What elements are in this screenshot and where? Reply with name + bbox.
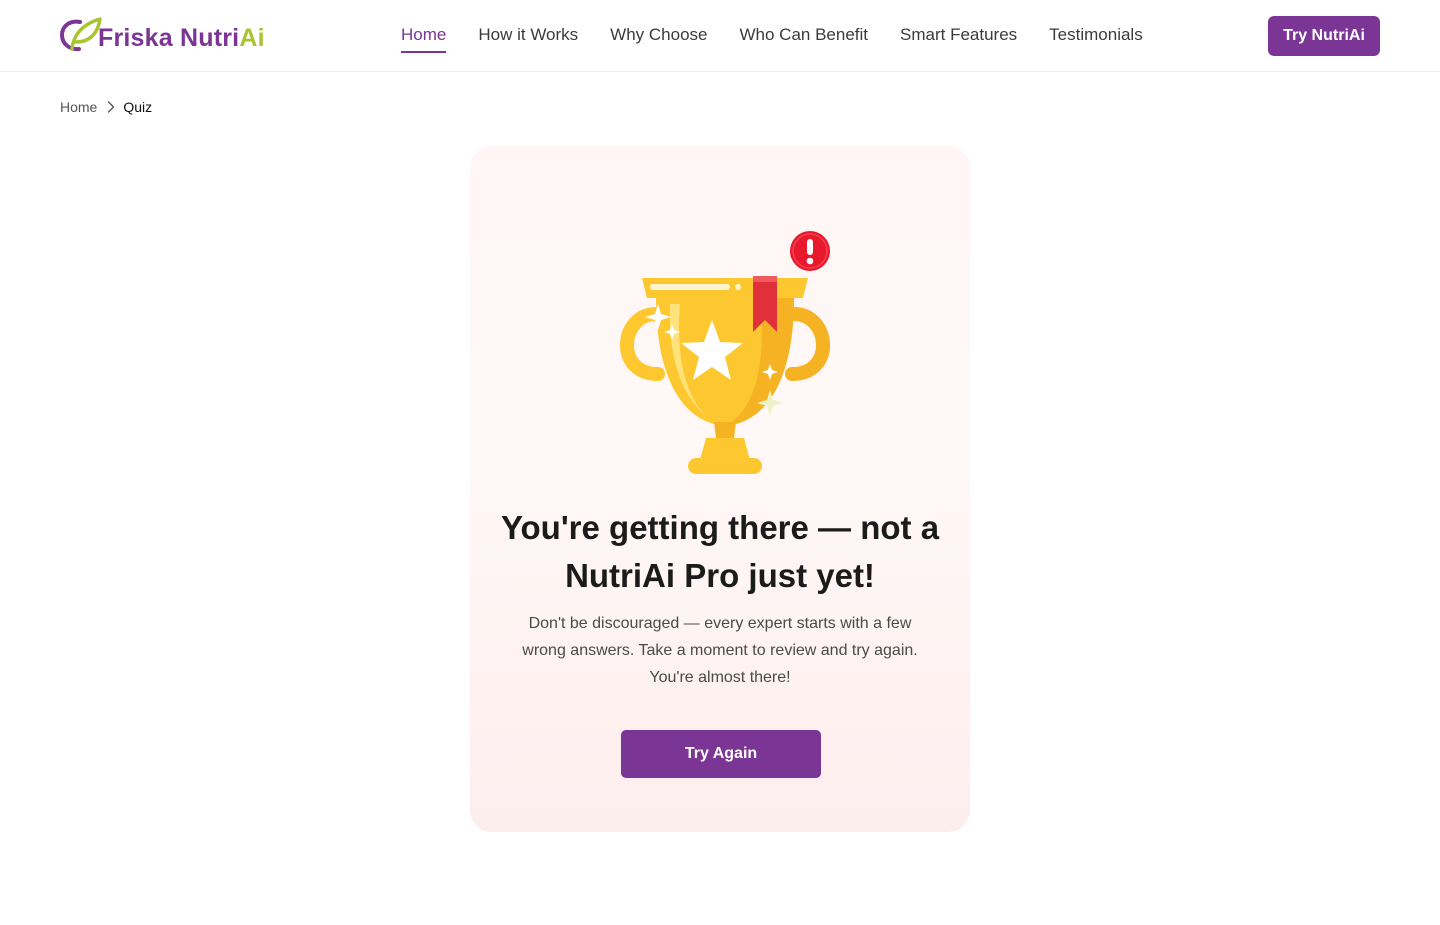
nav-why-choose[interactable]: Why Choose — [610, 25, 707, 47]
quiz-result-card: You're getting there — not a NutriAi Pro… — [470, 146, 970, 832]
brand-name: Friska NutriAi — [98, 24, 265, 53]
brand-name-main: Friska Nutri — [98, 23, 240, 52]
alert-badge — [789, 230, 831, 272]
nav-how-it-works[interactable]: How it Works — [478, 25, 578, 47]
chevron-right-icon — [108, 101, 115, 113]
brand-name-accent: Ai — [239, 23, 265, 52]
result-headline: You're getting there — not a NutriAi Pro… — [500, 509, 940, 594]
breadcrumb-current: Quiz — [123, 99, 153, 115]
brand-logo[interactable]: Friska NutriAi — [60, 16, 265, 54]
main-nav: Home How it Works Why Choose Who Can Ben… — [401, 0, 1175, 72]
nav-home[interactable]: Home — [401, 25, 447, 53]
nav-smart-features[interactable]: Smart Features — [900, 25, 1017, 47]
try-again-button[interactable]: Try Again — [621, 730, 821, 778]
site-header: Friska NutriAi Home How it Works Why Cho… — [0, 0, 1440, 72]
breadcrumb: Home Quiz — [60, 96, 152, 118]
leaf-logo-icon — [60, 17, 102, 52]
alert-icon — [790, 231, 830, 271]
nav-testimonials[interactable]: Testimonials — [1049, 25, 1143, 47]
nav-who-can-benefit[interactable]: Who Can Benefit — [740, 25, 869, 47]
try-nutriai-button[interactable]: Try NutriAi — [1268, 16, 1380, 56]
breadcrumb-home-link[interactable]: Home — [60, 99, 97, 115]
result-message: Don't be discouraged — every expert star… — [522, 615, 918, 686]
